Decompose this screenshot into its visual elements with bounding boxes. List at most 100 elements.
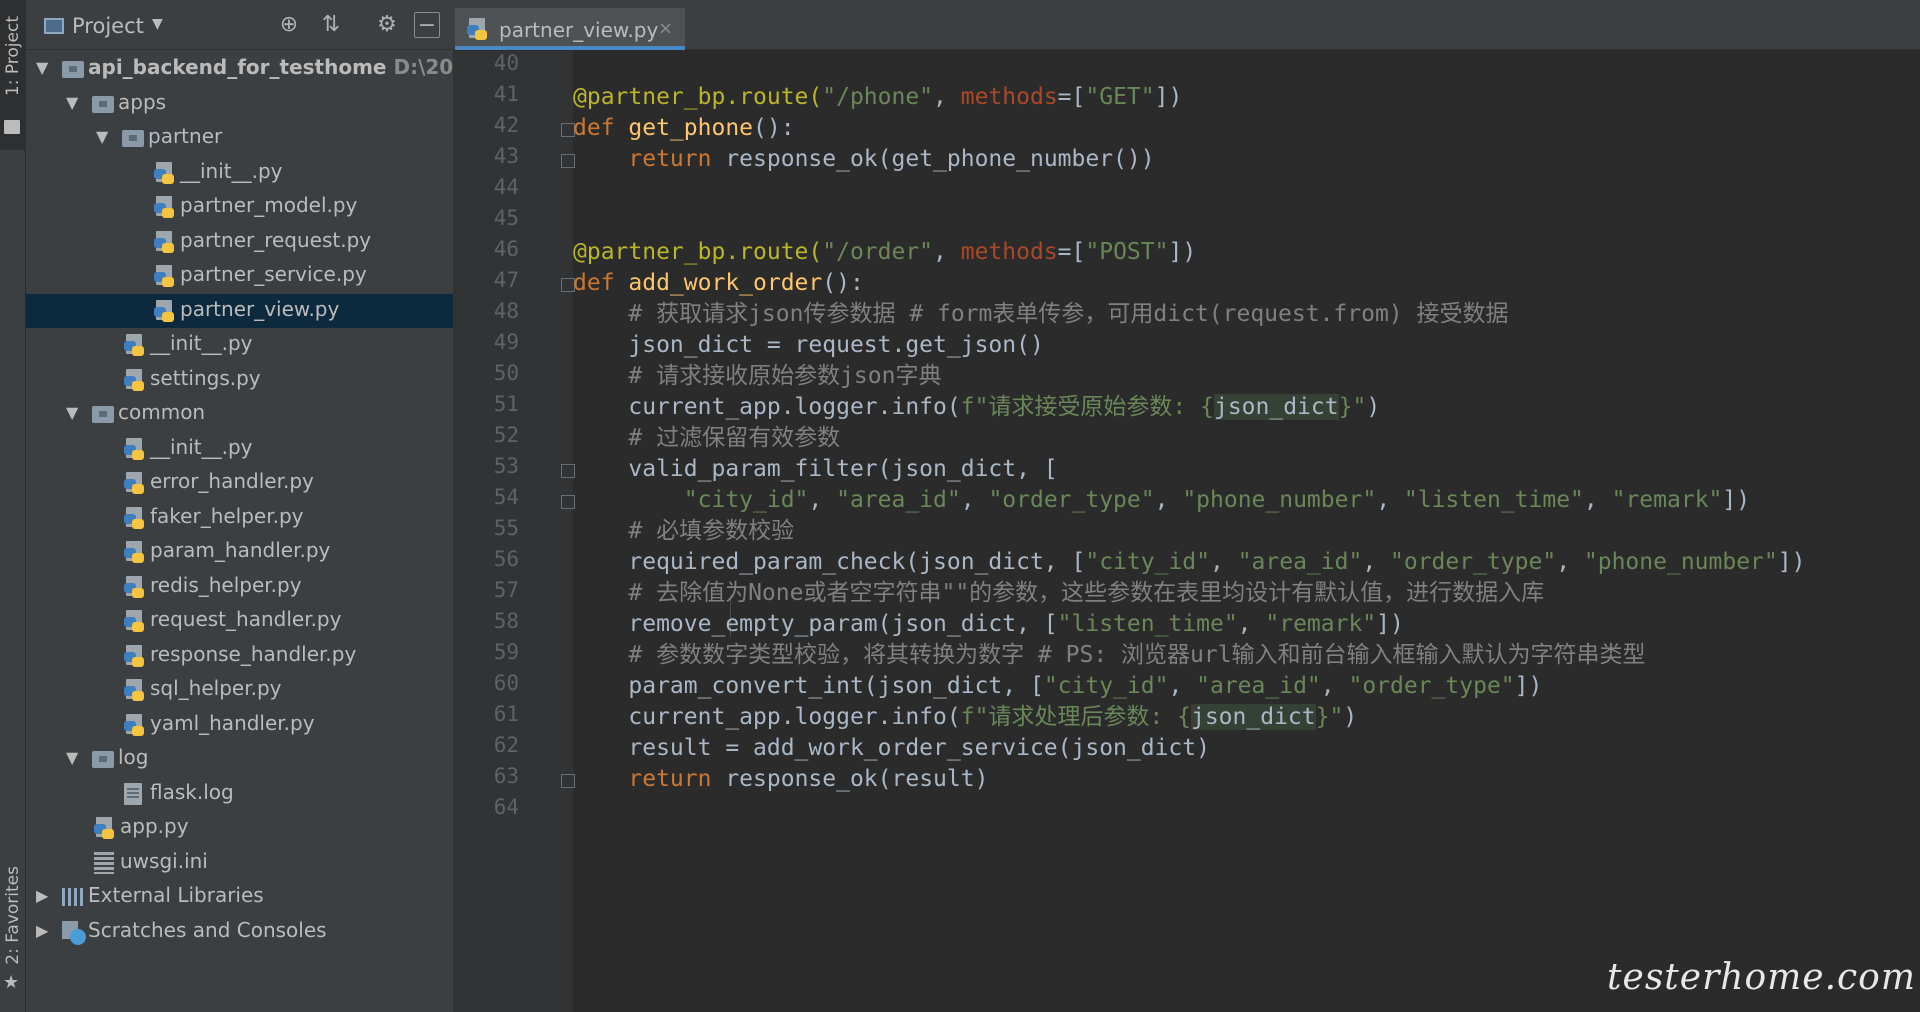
- line-number: 59: [493, 640, 519, 664]
- tree-item-label: flask.log: [150, 779, 234, 804]
- tree-item[interactable]: partner_view.py: [26, 293, 453, 328]
- project-view-icon: [44, 18, 64, 34]
- tree-item-label: request_handler.py: [150, 607, 342, 631]
- expand-arrow-icon[interactable]: ▼: [66, 748, 78, 767]
- tree-item[interactable]: ▼ api_backend_for_testhome D:\2024\: [26, 52, 488, 86]
- tab-label: partner_view.py: [499, 18, 659, 42]
- tree-item-label: uwsgi.ini: [120, 848, 208, 873]
- close-icon[interactable]: ×: [658, 18, 673, 39]
- python-file-icon: [124, 437, 146, 460]
- line-number: 51: [493, 392, 519, 416]
- tree-item-label: api_backend_for_testhome D:\2024\: [88, 55, 489, 79]
- python-file-icon: [124, 541, 146, 563]
- tree-item[interactable]: ▼ partner: [26, 121, 453, 155]
- line-number: 41: [493, 82, 519, 106]
- line-number: 61: [493, 702, 519, 726]
- locate-icon[interactable]: ⊕: [276, 12, 302, 38]
- editor: partner_view.py × 40 41 42 43 44 45 46 47 48 49 50…: [453, 0, 1920, 1012]
- line-number: 48: [493, 299, 519, 323]
- tree-item[interactable]: partner_model.py: [26, 190, 453, 224]
- collapse-arrow-icon[interactable]: ▶: [36, 921, 48, 940]
- line-number: 43: [493, 144, 519, 168]
- expand-arrow-icon[interactable]: ▼: [66, 93, 78, 112]
- tree-item[interactable]: redis_helper.py: [26, 570, 453, 604]
- folder-icon: [92, 95, 114, 113]
- library-icon: [62, 888, 86, 906]
- code-line: return response_ok(get_phone_number()): [628, 146, 1155, 172]
- line-number: 56: [493, 547, 519, 571]
- expand-arrow-icon[interactable]: ▼: [66, 403, 78, 422]
- tree-item[interactable]: __init__.py: [26, 328, 453, 362]
- tree-item[interactable]: ▶ External Libraries: [26, 880, 453, 914]
- tree-item-label: partner_model.py: [180, 193, 358, 217]
- tree-item[interactable]: ▼ common: [26, 397, 453, 431]
- tree-item[interactable]: response_handler.py: [26, 639, 453, 673]
- tree-item-label: param_handler.py: [150, 538, 331, 562]
- config-file-icon: [94, 851, 114, 874]
- line-number: 58: [493, 609, 519, 633]
- tree-item[interactable]: __init__.py: [26, 432, 453, 466]
- line-number: 45: [493, 206, 519, 230]
- tree-item-label: __init__.py: [150, 434, 253, 459]
- collapse-all-icon[interactable]: ⇅: [318, 12, 344, 38]
- line-number: 53: [493, 454, 519, 478]
- tree-item[interactable]: app.py: [26, 811, 453, 845]
- line-number: 44: [493, 175, 519, 199]
- tree-item[interactable]: faker_helper.py: [26, 501, 453, 535]
- tree-item-label: partner: [148, 124, 223, 148]
- watermark-text: testerhome.com: [1607, 957, 1916, 998]
- scratches-icon: [62, 920, 86, 945]
- line-number: 40: [493, 51, 519, 75]
- caret-down-icon[interactable]: ▼: [152, 16, 163, 32]
- expand-arrow-icon[interactable]: ▼: [36, 58, 48, 77]
- tree-item[interactable]: sql_helper.py: [26, 673, 453, 707]
- project-tool-label: 1: Project: [3, 16, 23, 97]
- tree-item-label: partner_request.py: [180, 227, 372, 252]
- project-panel: Project ▼ ⊕ ⇅ ⚙ − ▼ api_backend_for_testh…: [26, 0, 488, 1012]
- tree-item[interactable]: flask.log: [26, 777, 453, 811]
- line-number: 63: [493, 764, 519, 788]
- python-file-icon: [154, 265, 176, 287]
- line-number-gutter: 40 41 42 43 44 45 46 47 48 49 50 51 52 53 54 55 56 57 58 59…: [453, 51, 575, 1012]
- line-number: 52: [493, 423, 519, 447]
- tab-partner-view[interactable]: partner_view.py ×: [455, 8, 685, 50]
- tree-item[interactable]: __init__.py: [26, 156, 453, 190]
- tree-item[interactable]: error_handler.py: [26, 466, 453, 500]
- python-file-icon: [124, 506, 146, 529]
- line-number: 64: [493, 795, 519, 819]
- tree-item[interactable]: ▼ apps: [26, 87, 453, 121]
- tree-item[interactable]: request_handler.py: [26, 604, 453, 638]
- project-tool-button[interactable]: 1: Project: [0, 0, 26, 150]
- code-editor[interactable]: @partner_bp.route("/phone", methods=["GE…: [573, 51, 1920, 1012]
- line-number: 46: [493, 237, 519, 261]
- tree-item[interactable]: ▼ log: [26, 742, 453, 776]
- collapse-arrow-icon[interactable]: ▶: [36, 886, 48, 905]
- python-file-icon: [124, 679, 146, 701]
- line-number: 60: [493, 671, 519, 695]
- python-file-icon: [124, 713, 146, 736]
- tree-item-label: settings.py: [150, 365, 261, 390]
- tree-item[interactable]: param_handler.py: [26, 535, 453, 569]
- code-line: return response_ok(result): [628, 766, 989, 792]
- tree-item-label: apps: [118, 89, 167, 114]
- line-number: 62: [493, 733, 519, 757]
- editor-tab-bar: partner_view.py ×: [453, 0, 1920, 50]
- python-file-icon: [154, 161, 176, 184]
- tree-item[interactable]: ▶ Scratches and Consoles: [26, 915, 453, 949]
- project-panel-header: Project ▼ ⊕ ⇅ ⚙ −: [26, 0, 453, 50]
- tree-item[interactable]: settings.py: [26, 363, 453, 397]
- tree-item[interactable]: uwsgi.ini: [26, 846, 453, 880]
- tree-item[interactable]: partner_service.py: [26, 259, 453, 293]
- tree-item[interactable]: partner_request.py: [26, 225, 453, 259]
- gear-icon[interactable]: ⚙: [374, 12, 400, 38]
- hide-icon[interactable]: −: [414, 12, 440, 38]
- tree-item[interactable]: yaml_handler.py: [26, 708, 453, 742]
- project-panel-title[interactable]: Project: [72, 14, 144, 38]
- tree-item-label: Scratches and Consoles: [88, 917, 327, 942]
- favorites-tool-button[interactable]: 2: Favorites ★: [0, 860, 26, 1010]
- tool-window-strip: 1: Project 2: Favorites ★: [0, 0, 26, 1012]
- folder-icon: [4, 120, 20, 134]
- favorites-tool-label: 2: Favorites: [3, 866, 23, 965]
- expand-arrow-icon[interactable]: ▼: [96, 127, 108, 146]
- tree-item-label: common: [118, 400, 206, 424]
